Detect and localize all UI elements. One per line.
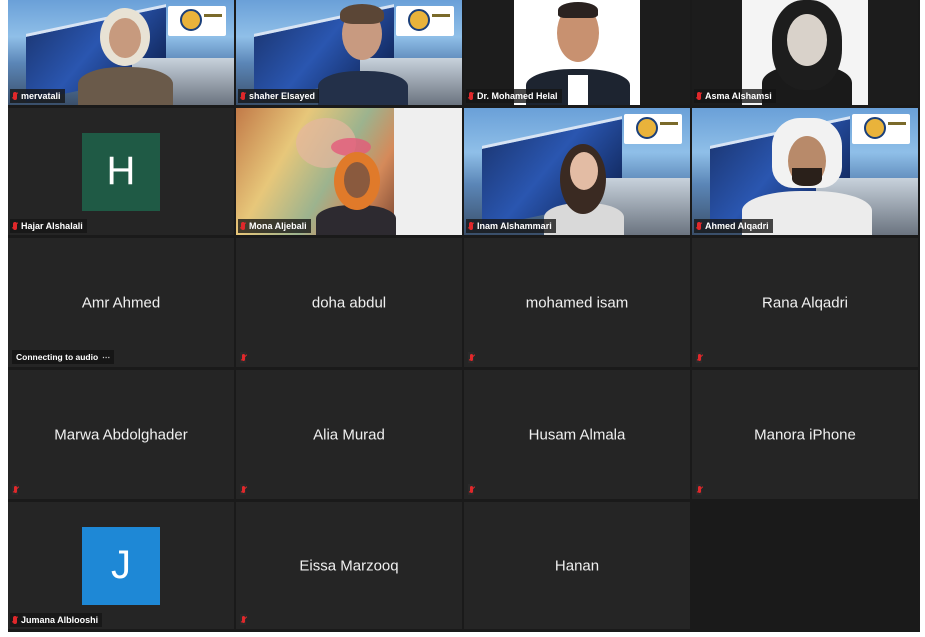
participant-name-label: Ahmed Alqadri: [694, 219, 773, 233]
muted-mic-icon: [697, 354, 701, 361]
muted-mic-icon: [469, 92, 473, 100]
muted-mic-icon: [469, 354, 473, 361]
muted-mic-icon: [13, 222, 17, 230]
participant-tile[interactable]: Alia Murad: [236, 370, 462, 499]
participant-name: mohamed isam: [525, 294, 629, 311]
participant-tile[interactable]: Asma Alshamsi: [692, 0, 918, 105]
muted-mic-indicator: [468, 352, 474, 363]
participant-tile[interactable]: mohamed isam: [464, 238, 690, 367]
participant-name: Husam Almala: [528, 426, 626, 443]
participant-tile[interactable]: Hanan: [464, 502, 690, 629]
participant-name-label: Dr. Mohamed Helal: [466, 89, 562, 103]
participant-name: Marwa Abdolghader: [54, 426, 188, 443]
muted-mic-icon: [697, 222, 701, 230]
participant-tile[interactable]: Inam Alshammari: [464, 108, 690, 235]
muted-mic-icon: [13, 616, 17, 624]
participant-tile[interactable]: Eissa Marzooq: [236, 502, 462, 629]
participant-tile[interactable]: Mona Aljebali: [236, 108, 462, 235]
participant-grid: mervatali shaher Elsayed Dr. Mohamed Hel…: [8, 0, 920, 632]
audio-connecting-icon: ⋯: [102, 352, 111, 362]
participant-name: Alia Murad: [313, 426, 385, 443]
participant-tile[interactable]: Manora iPhone: [692, 370, 918, 499]
participant-name: Hanan: [554, 557, 600, 574]
participant-name: Eissa Marzooq: [299, 557, 399, 574]
muted-mic-icon: [241, 354, 245, 361]
muted-mic-icon: [13, 486, 17, 493]
participant-tile[interactable]: Dr. Mohamed Helal: [464, 0, 690, 105]
participant-name-label: shaher Elsayed: [238, 89, 320, 103]
muted-mic-icon: [697, 486, 701, 493]
muted-mic-icon: [697, 92, 701, 100]
participant-video: [692, 108, 918, 235]
muted-mic-icon: [13, 92, 17, 100]
avatar: H: [82, 132, 160, 211]
connecting-audio-status: Connecting to audio ⋯: [12, 350, 115, 364]
participant-tile[interactable]: mervatali: [8, 0, 234, 105]
muted-mic-icon: [241, 92, 245, 100]
participant-name: Manora iPhone: [754, 426, 856, 443]
participant-tile[interactable]: Husam Almala: [464, 370, 690, 499]
muted-mic-icon: [241, 222, 245, 230]
participant-name-label: Inam Alshammari: [466, 219, 556, 233]
participant-tile[interactable]: Ahmed Alqadri: [692, 108, 918, 235]
participant-tile[interactable]: shaher Elsayed: [236, 0, 462, 105]
muted-mic-indicator: [12, 484, 18, 495]
participant-name: Rana Alqadri: [762, 294, 848, 311]
muted-mic-indicator: [696, 352, 702, 363]
participant-tile[interactable]: doha abdul: [236, 238, 462, 367]
muted-mic-indicator: [696, 484, 702, 495]
participant-name-label: Asma Alshamsi: [694, 89, 776, 103]
participant-name: Amr Ahmed: [81, 294, 161, 311]
muted-mic-indicator: [240, 484, 246, 495]
participant-tile[interactable]: H Hajar Alshalali: [8, 108, 234, 235]
muted-mic-indicator: [240, 614, 246, 625]
participant-name-label: Mona Aljebali: [238, 219, 311, 233]
participant-tile[interactable]: Marwa Abdolghader: [8, 370, 234, 499]
muted-mic-indicator: [468, 484, 474, 495]
empty-grid-slot: [692, 502, 918, 629]
participant-video: [236, 108, 462, 235]
participant-tile[interactable]: J Jumana Alblooshi: [8, 502, 234, 629]
participant-name-label: Jumana Alblooshi: [10, 613, 103, 627]
muted-mic-icon: [469, 486, 473, 493]
participant-tile[interactable]: Rana Alqadri: [692, 238, 918, 367]
muted-mic-icon: [241, 616, 245, 623]
participant-name: doha abdul: [311, 294, 387, 311]
participant-name-label: Hajar Alshalali: [10, 219, 87, 233]
avatar: J: [82, 526, 160, 605]
participant-video: [464, 108, 690, 235]
participant-tile[interactable]: Amr Ahmed Connecting to audio ⋯: [8, 238, 234, 367]
muted-mic-indicator: [240, 352, 246, 363]
muted-mic-icon: [241, 486, 245, 493]
muted-mic-icon: [469, 222, 473, 230]
participant-name-label: mervatali: [10, 89, 65, 103]
